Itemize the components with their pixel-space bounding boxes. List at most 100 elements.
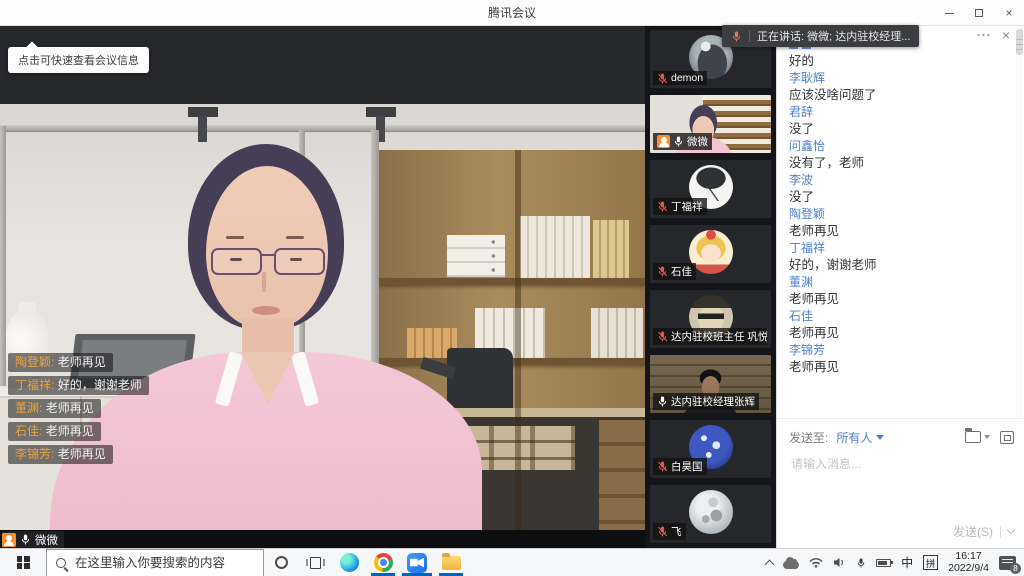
file-icon[interactable] bbox=[965, 431, 981, 443]
mic-icon bbox=[673, 136, 684, 147]
video-overlay-message: 董渊老师再见 bbox=[8, 399, 101, 418]
windows-taskbar: 中 拼 16:17 2022/9/4 8 bbox=[0, 548, 1024, 576]
scene-shelf-divider bbox=[515, 150, 521, 530]
mic-icon bbox=[657, 526, 668, 537]
participant-label: 白昊国 bbox=[653, 458, 707, 475]
chat-message: 董渊 老师再见 bbox=[789, 274, 1008, 308]
taskbar-search[interactable] bbox=[46, 549, 264, 576]
chat-more-button[interactable]: ··· bbox=[977, 28, 992, 42]
video-chat-overlay: 陶登颖老师再见 丁福祥好的，谢谢老师 董渊老师再见 石佳老师再见 李锦芳老师再见 bbox=[8, 353, 149, 464]
volume-icon[interactable] bbox=[833, 557, 846, 568]
microphone-icon[interactable] bbox=[856, 557, 866, 569]
send-options-chevron-icon[interactable] bbox=[1007, 526, 1015, 534]
mic-icon bbox=[657, 73, 668, 84]
mic-icon bbox=[657, 396, 668, 407]
chat-message: 石佳 老师再见 bbox=[789, 308, 1008, 342]
start-button[interactable] bbox=[0, 549, 46, 576]
chat-message: 李耿辉 应该没啥问题了 bbox=[789, 70, 1008, 104]
participant-tile[interactable]: 微微 bbox=[650, 95, 771, 153]
video-bottom-strip bbox=[0, 530, 645, 548]
scene-file-boxes bbox=[447, 235, 505, 277]
search-input[interactable] bbox=[73, 555, 243, 571]
speaker-name: 微微 bbox=[35, 532, 58, 548]
speaking-banner[interactable]: 正在讲话: 微微; 达内驻校经理... bbox=[722, 25, 919, 47]
task-view-button[interactable] bbox=[298, 549, 332, 576]
scene-books bbox=[520, 216, 590, 278]
participant-avatar bbox=[689, 490, 733, 534]
ime-language-indicator[interactable]: 中 bbox=[901, 554, 913, 571]
battery-icon[interactable] bbox=[876, 559, 891, 567]
chat-sender-name: 石佳 bbox=[789, 308, 1008, 325]
main-video-stage[interactable]: 陶登颖老师再见 丁福祥好的，谢谢老师 董渊老师再见 石佳老师再见 李锦芳老师再见 bbox=[0, 104, 645, 530]
overlay-sender-name: 李锦芳 bbox=[15, 447, 58, 461]
chevron-down-icon bbox=[876, 435, 884, 440]
file-explorer-button[interactable] bbox=[434, 549, 468, 576]
mic-icon bbox=[657, 331, 668, 342]
participant-name: demon bbox=[671, 72, 703, 84]
chat-input[interactable] bbox=[789, 456, 989, 472]
meeting-info-tooltip: 点击可快速查看会议信息 bbox=[8, 47, 149, 73]
minimize-button[interactable] bbox=[934, 0, 964, 26]
video-overlay-message: 李锦芳老师再见 bbox=[8, 445, 113, 464]
onedrive-cloud-icon[interactable] bbox=[783, 561, 799, 569]
chat-sender-name: 君辞 bbox=[789, 104, 1008, 121]
chat-scrollbar-thumb[interactable] bbox=[1016, 29, 1023, 55]
mic-icon bbox=[657, 461, 668, 472]
chat-sender-name: 陶登颖 bbox=[789, 206, 1008, 223]
notification-count-badge: 8 bbox=[1010, 563, 1021, 574]
participant-tile[interactable]: 达内驻校经理张辉 bbox=[650, 355, 771, 413]
task-view-icon bbox=[310, 557, 321, 569]
chat-message: 陶登颖 老师再见 bbox=[789, 206, 1008, 240]
chat-scrollbar[interactable] bbox=[1016, 26, 1023, 418]
chat-message-text: 老师再见 bbox=[789, 291, 1008, 308]
cortana-button[interactable] bbox=[264, 549, 298, 576]
participant-tile[interactable]: 石佳 bbox=[650, 225, 771, 283]
overlay-sender-name: 石佳 bbox=[15, 424, 46, 438]
chevron-down-icon[interactable] bbox=[984, 435, 990, 439]
host-badge-icon bbox=[657, 135, 670, 148]
chrome-icon bbox=[374, 553, 393, 572]
chat-panel: ··· × 好的 李耿辉 应该没啥问题了 君辞 没了 问鑫怡 没有了，老师 李波… bbox=[776, 26, 1024, 548]
overlay-message-text: 老师再见 bbox=[46, 401, 94, 415]
participant-tile[interactable]: 达内驻校班主任 巩悦 bbox=[650, 290, 771, 348]
chat-message: 问鑫怡 没有了，老师 bbox=[789, 138, 1008, 172]
scene-books bbox=[591, 308, 643, 358]
mic-icon bbox=[731, 31, 742, 42]
chat-close-button[interactable]: × bbox=[1002, 28, 1010, 42]
send-to-dropdown[interactable]: 所有人 bbox=[836, 429, 884, 446]
participant-label: 达内驻校班主任 巩悦 bbox=[653, 328, 767, 345]
chat-message-text: 好的 bbox=[789, 53, 1008, 70]
participant-tile[interactable]: 飞 bbox=[650, 485, 771, 543]
chat-message: 李波 没了 bbox=[789, 172, 1008, 206]
notification-center-icon[interactable]: 8 bbox=[999, 556, 1016, 570]
scene-books bbox=[593, 220, 629, 278]
participant-name: 微微 bbox=[687, 134, 708, 149]
participant-tile[interactable]: 白昊国 bbox=[650, 420, 771, 478]
send-button[interactable]: 发送(S) bbox=[953, 523, 993, 540]
person-glasses-bridge bbox=[261, 254, 275, 256]
ime-pinyin-indicator[interactable]: 拼 bbox=[923, 555, 938, 570]
chrome-button[interactable] bbox=[366, 549, 400, 576]
chat-message-text: 老师再见 bbox=[789, 359, 1008, 376]
participant-label: demon bbox=[653, 71, 707, 85]
maximize-button[interactable] bbox=[964, 0, 994, 26]
taskbar-clock[interactable]: 16:17 2022/9/4 bbox=[948, 551, 989, 574]
edge-button[interactable] bbox=[332, 549, 366, 576]
person-face bbox=[206, 166, 328, 328]
participant-name: 达内驻校班主任 巩悦 bbox=[671, 329, 767, 344]
overlay-message-text: 老师再见 bbox=[58, 355, 106, 369]
screenshot-icon[interactable] bbox=[1000, 431, 1014, 444]
title-bar: 腾讯会议 × bbox=[0, 0, 1024, 26]
participant-tile[interactable]: 丁福祥 bbox=[650, 160, 771, 218]
participant-list: demon 微微 丁福祥 bbox=[645, 26, 776, 548]
tray-expand-chevron-icon[interactable] bbox=[765, 559, 775, 569]
search-icon bbox=[56, 558, 66, 568]
chat-sender-name: 李波 bbox=[789, 172, 1008, 189]
mic-icon bbox=[657, 201, 668, 212]
chat-sender-name: 李耿辉 bbox=[789, 70, 1008, 87]
chat-message: 李锦芳 老师再见 bbox=[789, 342, 1008, 376]
participant-name: 达内驻校经理张辉 bbox=[671, 394, 755, 409]
tencent-meeting-button[interactable] bbox=[400, 549, 434, 576]
close-button[interactable]: × bbox=[994, 0, 1024, 26]
wifi-icon[interactable] bbox=[809, 557, 823, 568]
